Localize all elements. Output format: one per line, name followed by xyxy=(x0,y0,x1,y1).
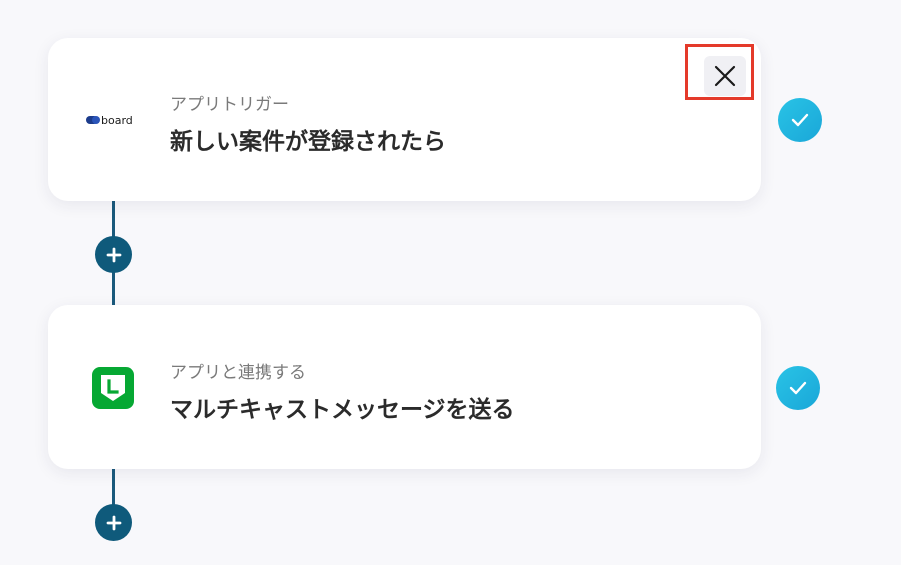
step-subtitle: アプリと連携する xyxy=(170,363,306,383)
step-subtitle: アプリトリガー xyxy=(170,95,289,115)
board-logo-icon: board xyxy=(86,112,142,131)
plus-icon xyxy=(106,515,121,530)
board-logo-text: board xyxy=(101,114,133,127)
trigger-step-card[interactable]: board アプリトリガー 新しい案件が登録されたら xyxy=(48,38,761,201)
action-step-card[interactable]: アプリと連携する マルチキャストメッセージを送る xyxy=(48,305,761,469)
add-step-button[interactable] xyxy=(95,236,132,273)
highlight-box xyxy=(685,44,754,100)
step-complete-badge xyxy=(778,98,822,142)
check-icon xyxy=(791,113,809,127)
plus-icon xyxy=(106,247,121,262)
check-icon xyxy=(789,381,807,395)
step-title: 新しい案件が登録されたら xyxy=(170,129,446,155)
step-title: マルチキャストメッセージを送る xyxy=(170,397,515,423)
add-step-button[interactable] xyxy=(95,504,132,541)
step-complete-badge xyxy=(776,366,820,410)
line-logo-icon xyxy=(92,367,134,413)
